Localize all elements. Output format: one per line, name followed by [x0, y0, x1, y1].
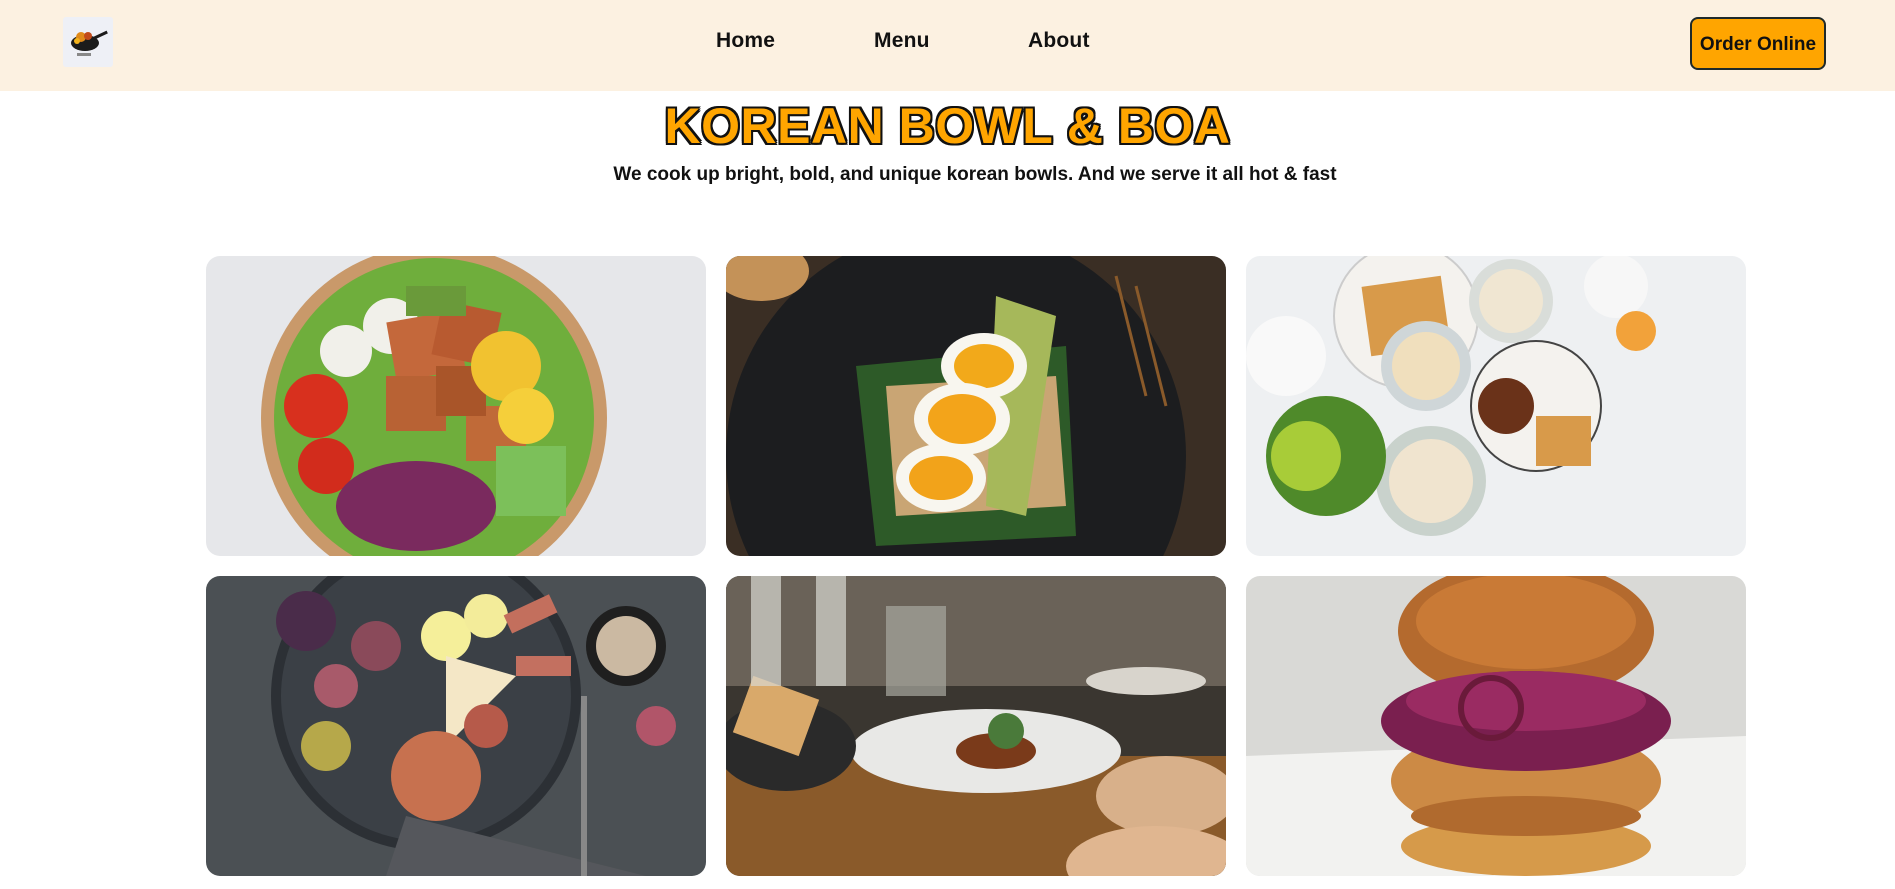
page-subtitle: We cook up bright, bold, and unique kore…: [613, 164, 1337, 185]
logo-icon: [71, 30, 108, 56]
photo-egg-toast: [726, 256, 1226, 556]
page-title: KOREAN BOWL & BOA: [664, 98, 1231, 154]
photo-breakfast-spread: [1246, 256, 1746, 556]
photo-salmon-bowl: [206, 256, 706, 556]
photo-figs-platter: [206, 576, 706, 876]
photo-dinner-table: [726, 576, 1226, 876]
navbar: Home Menu About Order Online: [0, 0, 1895, 91]
logo[interactable]: [63, 17, 113, 67]
nav-link-home[interactable]: Home: [716, 29, 775, 53]
order-online-button[interactable]: Order Online: [1690, 17, 1826, 70]
photo-chicken-burger: [1246, 576, 1746, 876]
nav-link-about[interactable]: About: [1028, 29, 1090, 53]
nav-link-menu[interactable]: Menu: [874, 29, 930, 53]
